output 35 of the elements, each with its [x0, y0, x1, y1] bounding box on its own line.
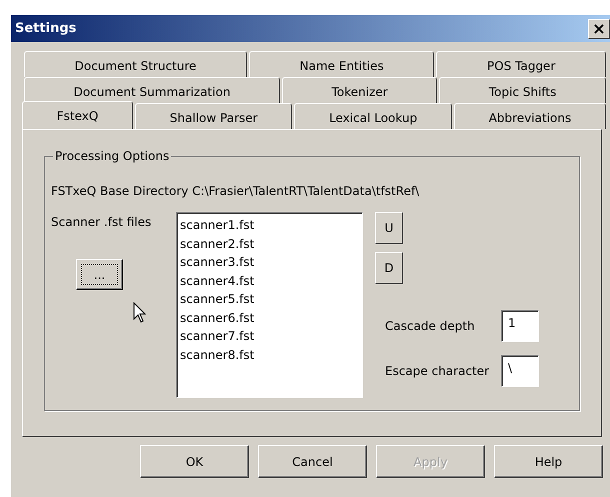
list-item[interactable]: scanner1.fst: [180, 216, 359, 234]
scanner-files-label: Scanner .fst files: [51, 215, 152, 229]
tab[interactable]: POS Tagger: [436, 51, 606, 77]
close-button[interactable]: ×: [588, 18, 610, 38]
input-field[interactable]: 1: [501, 310, 539, 342]
tab[interactable]: Document Summarization: [24, 77, 280, 103]
list-item[interactable]: scanner4.fst: [180, 272, 359, 290]
list-item[interactable]: scanner5.fst: [180, 290, 359, 308]
group-title: Processing Options: [53, 149, 172, 163]
tab[interactable]: Lexical Lookup: [294, 103, 452, 129]
base-directory-label: FSTxeQ Base Directory C:\Frasier\TalentRT\TalentData\tfstRef\: [51, 184, 420, 198]
list-item[interactable]: scanner8.fst: [180, 346, 359, 364]
tab[interactable]: Abbreviations: [454, 103, 606, 129]
dialog-button[interactable]: OK: [140, 445, 249, 478]
window-title: Settings: [15, 21, 76, 36]
mouse-pointer-icon: [133, 302, 147, 324]
tab[interactable]: Name Entities: [249, 51, 434, 77]
list-item[interactable]: scanner6.fst: [180, 308, 359, 327]
dialog-button[interactable]: Cancel: [258, 445, 367, 478]
tab[interactable]: Document Structure: [24, 51, 248, 77]
field-label: Escape character: [385, 364, 490, 378]
tab[interactable]: Tokenizer: [282, 77, 438, 103]
list-item[interactable]: scanner3.fst: [180, 253, 359, 272]
move-button[interactable]: D: [375, 252, 403, 284]
browse-button[interactable]: ...: [76, 259, 123, 290]
tab[interactable]: Shallow Parser: [135, 103, 292, 129]
move-button[interactable]: U: [375, 212, 403, 244]
dialog-button[interactable]: Help: [494, 445, 603, 478]
list-item[interactable]: scanner7.fst: [180, 327, 359, 346]
file-list[interactable]: scanner1.fst scanner2.fst scanner3.fst scanner4.fst scanner5.fst scanner6.fst scanner7.fst scanner8.fst: [176, 212, 363, 398]
tab[interactable]: Topic Shifts: [439, 77, 606, 103]
input-field[interactable]: \: [501, 355, 539, 387]
field-label: Cascade depth: [385, 319, 475, 333]
list-item[interactable]: scanner2.fst: [180, 234, 359, 253]
tab[interactable]: FstexQ: [22, 101, 134, 129]
